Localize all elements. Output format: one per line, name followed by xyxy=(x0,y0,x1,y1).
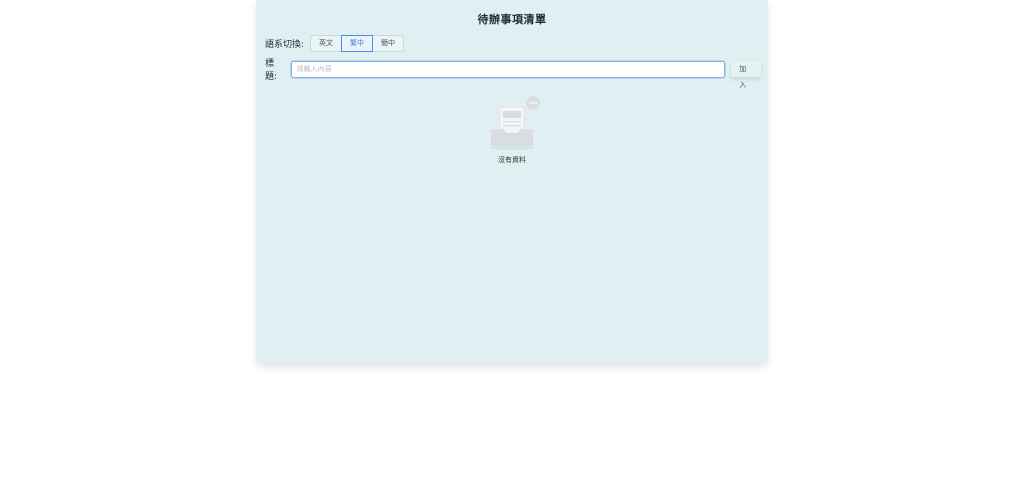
language-switcher: 語系切換: 英文 繁中 簡中 xyxy=(265,35,405,52)
empty-state: 沒有資料 xyxy=(482,96,542,166)
page-title: 待辦事項清單 xyxy=(477,13,547,26)
language-option-english[interactable]: 英文 xyxy=(310,35,343,52)
todo-form: 標題: 加入 xyxy=(265,59,761,89)
empty-inbox-icon xyxy=(490,96,540,150)
todo-title-label: 標題: xyxy=(265,59,278,82)
empty-state-text: 沒有資料 xyxy=(498,156,526,164)
language-option-traditional-chinese[interactable]: 繁中 xyxy=(341,35,374,52)
language-option-simplified-chinese[interactable]: 簡中 xyxy=(372,35,405,52)
language-label: 語系切換: xyxy=(265,40,305,50)
todo-title-input[interactable] xyxy=(290,60,726,78)
add-button[interactable]: 加入 xyxy=(731,61,761,89)
todo-card: 待辦事項清單 語系切換: 英文 繁中 簡中 標題: 加入 xyxy=(256,0,768,364)
language-segmented-control: 英文 繁中 簡中 xyxy=(310,35,405,52)
